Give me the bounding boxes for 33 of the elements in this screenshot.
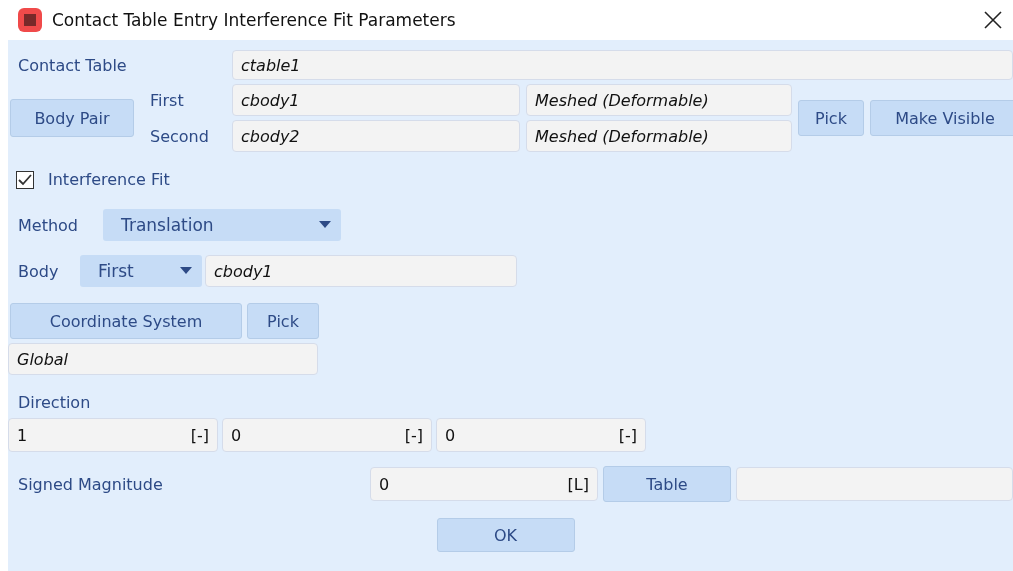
caret-icon	[180, 267, 192, 275]
body-type-field: Meshed (Deformable)	[526, 120, 792, 152]
direction-field[interactable]: 0 [-]	[436, 418, 646, 452]
field-label: Second	[149, 126, 210, 146]
body-type-field: Meshed (Deformable)	[526, 84, 792, 116]
pick-button[interactable]: Pick	[247, 303, 319, 339]
window-title: Contact Table Entry Interference Fit Parameters	[52, 10, 457, 30]
coordinate-system-field: Global	[8, 343, 318, 375]
table-button[interactable]: Table	[603, 466, 731, 502]
field-label: Body	[18, 261, 60, 281]
direction-field[interactable]: 0 [-]	[222, 418, 432, 452]
field-label: First	[149, 90, 185, 110]
method-dropdown[interactable]: Translation	[103, 209, 341, 241]
field-label: Method	[18, 215, 79, 235]
ok-button[interactable]: OK	[436, 518, 575, 552]
caret-icon	[319, 221, 331, 229]
direction-field[interactable]: 1 [-]	[8, 418, 218, 452]
field-label: Signed Magnitude	[18, 474, 164, 494]
body-name-field: cbody2	[232, 120, 520, 152]
contact-table-field: ctable1	[232, 50, 1013, 80]
section-label: Direction	[18, 393, 91, 412]
make-visible-button[interactable]: Make Visible	[870, 100, 1013, 136]
pick-button[interactable]: Pick	[798, 100, 864, 136]
body-dropdown[interactable]: First	[80, 255, 202, 287]
coordinate-system-button[interactable]: Coordinate System	[10, 303, 242, 339]
app-icon	[18, 8, 42, 32]
body-name-field: cbody1	[232, 84, 520, 116]
field-label: Contact Table	[18, 55, 128, 75]
magnitude-field[interactable]: 0 [L]	[370, 467, 598, 501]
checkbox-label: Interference Fit	[48, 170, 170, 189]
body-name-field: cbody1	[205, 255, 517, 287]
checkbox[interactable]	[16, 170, 34, 189]
body-pair-button[interactable]: Body Pair	[10, 99, 134, 137]
